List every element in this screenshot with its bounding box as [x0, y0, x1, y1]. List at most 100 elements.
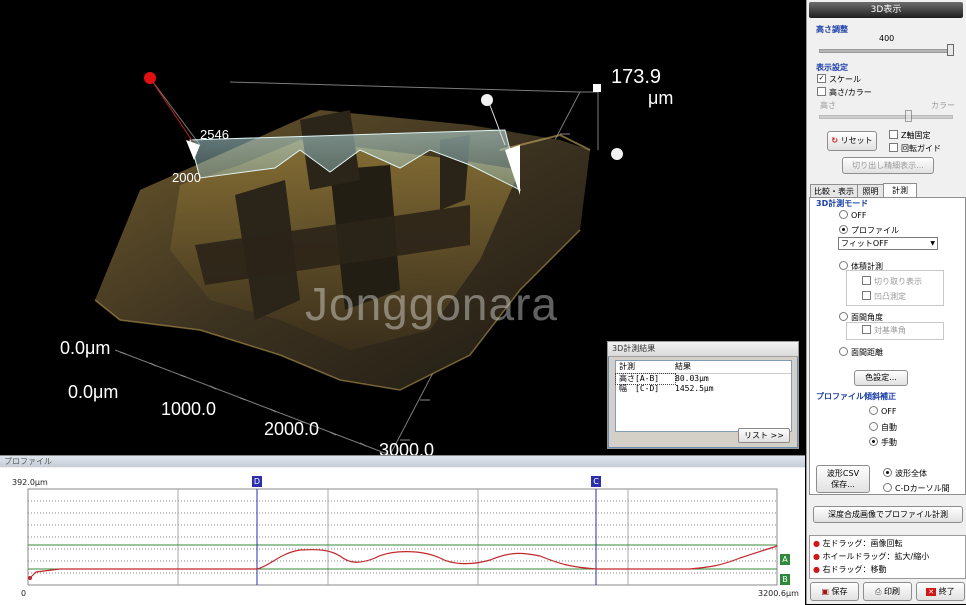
result-table: 計測 結果 高さ[A-B] 80.03μm 幅 [C-D] 1452.5μm: [615, 360, 792, 432]
concave-convex-checkbox[interactable]: 凹凸測定: [862, 291, 906, 302]
tilt-manual-label: 手動: [881, 438, 897, 447]
rotate-guide-checkbox[interactable]: 回転ガイド: [889, 143, 941, 154]
tab-measure[interactable]: 計測: [883, 183, 917, 198]
checkbox-box: [862, 276, 871, 285]
fit-select[interactable]: フィットOFF ▼: [838, 237, 938, 250]
printer-icon: ⎙: [875, 587, 882, 596]
wave-all-radio[interactable]: 波形全体: [883, 468, 927, 479]
color-settings-button[interactable]: 色設定...: [854, 370, 908, 386]
mode-distance-radio[interactable]: 面間距離: [839, 347, 883, 358]
z-fix-label: Z軸固定: [901, 131, 931, 140]
profile-panel-title: プロファイル: [0, 456, 805, 467]
fit-select-value: フィットOFF: [841, 239, 889, 248]
tilt-off-radio[interactable]: OFF: [869, 406, 897, 416]
tilt-auto-radio[interactable]: 自動: [869, 422, 897, 433]
radio-circle: [883, 483, 892, 492]
list-button[interactable]: リスト >>: [738, 428, 790, 443]
watermark-text: Jonggonara: [305, 278, 558, 330]
mode-profile-label: プロファイル: [851, 226, 899, 235]
reset-icon: ↻: [831, 136, 839, 145]
tilt-manual-radio[interactable]: 手動: [869, 437, 897, 448]
checkbox-box: [889, 130, 898, 139]
cursor-a-marker[interactable]: A: [780, 554, 790, 565]
height-color-checkbox[interactable]: 高さ/カラー: [817, 87, 872, 98]
result-window-title: 3D計測結果: [608, 342, 798, 357]
panel-title: 3D表示: [809, 2, 963, 18]
row-name: 高さ[A-B]: [615, 373, 676, 385]
opposite-angle-label: 対基準角: [874, 326, 906, 335]
close-icon: ✕: [926, 588, 937, 596]
cutout-display-checkbox[interactable]: 切り取り表示: [862, 276, 922, 287]
profile-plot[interactable]: 392.0μm 0 3200.6μm D C A B: [0, 468, 805, 605]
tilt-auto-label: 自動: [881, 423, 897, 432]
scale-checkbox[interactable]: ✓ スケール: [817, 74, 861, 85]
profile-start-point: [28, 576, 32, 580]
tilt-correction-label: プロファイル傾斜補正: [816, 392, 896, 401]
height-adjust-value: 400: [879, 34, 895, 43]
help-wheel-drag-text: ホイールドラッグ：拡大/縮小: [822, 552, 930, 561]
scale-label: スケール: [829, 75, 861, 84]
row-value: 1452.5μm: [675, 384, 714, 393]
exit-button[interactable]: ✕ 終了: [916, 582, 965, 601]
height-color-thumb[interactable]: [905, 110, 912, 122]
cursor-b-marker[interactable]: B: [780, 574, 790, 585]
x-tick-3000: 3000.0: [379, 440, 435, 455]
radio-circle: [839, 347, 848, 356]
row-name: 幅 [C-D]: [619, 384, 660, 393]
tab-lighting[interactable]: 照明: [857, 184, 884, 198]
radio-circle: [869, 422, 878, 431]
height-adjust-label: 高さ調整: [816, 25, 848, 34]
help-left-drag: ● 左ドラッグ：画像回転: [813, 538, 903, 549]
height-color-label: 高さ/カラー: [829, 88, 872, 97]
mouse-wheel-icon: ●: [813, 552, 820, 561]
save-button-label: 保存: [831, 587, 848, 596]
row-value: 80.03μm: [675, 374, 709, 383]
height-adjust-slider[interactable]: [819, 49, 953, 53]
rotate-guide-label: 回転ガイド: [901, 144, 941, 153]
cursor-b-handle[interactable]: [481, 94, 493, 106]
print-button[interactable]: ⎙ 印刷: [863, 582, 912, 601]
cutout-detail-button[interactable]: 切り出し精細表示...: [842, 157, 934, 174]
profile-panel: プロファイル 392.0μm 0 3200.6μm D C A B: [0, 455, 805, 605]
measure-tab-body: 3D計測モード OFF プロファイル フィットOFF ▼ 体積計測 切り取り表示…: [809, 197, 966, 495]
rotation-handle[interactable]: [611, 148, 623, 160]
table-row[interactable]: 幅 [C-D] 1452.5μm: [616, 384, 791, 394]
opposite-angle-checkbox[interactable]: 対基準角: [862, 325, 906, 336]
measurement-result-window: 3D計測結果 計測 結果 高さ[A-B] 80.03μm 幅 [C-D] 145…: [607, 341, 799, 449]
y-axis-origin-label: 0.0μm: [68, 382, 119, 402]
checkbox-box: [862, 291, 871, 300]
x-tick-1000: 1000.0: [161, 399, 217, 419]
csv-save-button[interactable]: 波形CSV 保存...: [816, 465, 870, 493]
plane-label-b: 2000: [172, 170, 201, 185]
mouse-left-icon: ●: [813, 539, 820, 548]
height-adjust-thumb[interactable]: [947, 44, 954, 56]
cursor-c-marker[interactable]: C: [591, 476, 601, 487]
tab-compare-display[interactable]: 比較・表示: [810, 184, 858, 198]
plane-label-a: 2546: [200, 127, 229, 142]
z-fix-checkbox[interactable]: Z軸固定: [889, 130, 930, 141]
table-row[interactable]: 高さ[A-B] 80.03μm: [615, 373, 791, 385]
radio-circle: [839, 261, 848, 270]
z-axis-origin-label: 0.0μm: [60, 338, 111, 358]
checkbox-box: [817, 87, 826, 96]
wave-all-label: 波形全体: [895, 469, 927, 478]
height-slider-right-label: カラー: [931, 101, 955, 110]
mode-off-radio[interactable]: OFF: [839, 210, 867, 220]
mode-distance-label: 面間距離: [851, 348, 883, 357]
depth-profile-button[interactable]: 深度合成画像でプロファイル計測: [813, 506, 963, 523]
measure-mode-label: 3D計測モード: [816, 199, 869, 208]
tilt-off-label: OFF: [881, 407, 897, 416]
csv-save-label-2: 保存...: [831, 480, 855, 489]
cursor-a-handle[interactable]: [144, 72, 156, 84]
radio-circle: [839, 312, 848, 321]
mode-angle-label: 面間角度: [851, 313, 883, 322]
height-color-slider[interactable]: [819, 115, 953, 119]
reset-button-label: リセット: [840, 136, 873, 145]
save-button[interactable]: ▣ 保存: [810, 582, 859, 601]
mode-profile-radio[interactable]: プロファイル: [839, 225, 899, 236]
profile-chart[interactable]: [0, 468, 805, 605]
cursor-between-radio[interactable]: C-Dカーソル間: [883, 483, 950, 494]
cursor-d-marker[interactable]: D: [252, 476, 262, 487]
mode-off-label: OFF: [851, 211, 867, 220]
reset-button[interactable]: ↻ リセット: [827, 131, 877, 151]
